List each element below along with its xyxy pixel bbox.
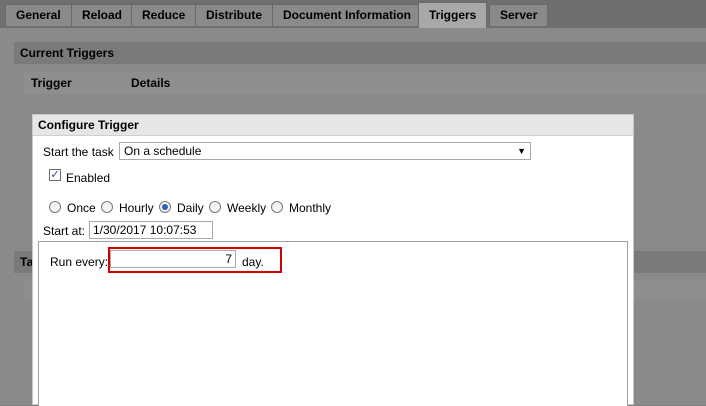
tab-server[interactable]: Server [489, 4, 549, 26]
radio-monthly-label: Monthly [289, 201, 332, 215]
column-trigger: Trigger [31, 76, 72, 90]
start-task-label: Start the task [43, 145, 114, 159]
tab-bar: General Reload Reduce Distribute Documen… [0, 0, 706, 28]
radio-hourly-label: Hourly [119, 201, 154, 215]
checkmark-icon: ✓ [50, 169, 60, 181]
radio-weekly-label: Weekly [227, 201, 267, 215]
tab-reduce[interactable]: Reduce [131, 4, 197, 26]
start-at-label: Start at: [43, 224, 86, 238]
tab-distribute[interactable]: Distribute [195, 4, 274, 26]
radio-weekly[interactable] [209, 201, 221, 213]
run-every-highlight-box [108, 247, 282, 273]
chevron-down-icon[interactable]: ▼ [517, 143, 526, 159]
radio-daily-label: Daily [177, 201, 204, 215]
configure-trigger-dialog: Configure Trigger Start the task On a sc… [32, 114, 634, 406]
enabled-label: Enabled [66, 171, 111, 185]
enabled-checkbox[interactable]: ✓ [49, 169, 61, 181]
current-triggers-header: Current Triggers [14, 42, 706, 64]
column-details: Details [131, 76, 171, 90]
radio-hourly[interactable] [101, 201, 113, 213]
radio-once[interactable] [49, 201, 61, 213]
background-column-header-right [628, 281, 706, 301]
dialog-title: Configure Trigger [33, 115, 633, 136]
triggers-column-header: Trigger Details [24, 72, 706, 94]
tab-triggers[interactable]: Triggers [418, 2, 488, 28]
start-at-input[interactable]: 1/30/2017 10:07:53 AM [89, 221, 213, 253]
radio-monthly[interactable] [271, 201, 283, 213]
tab-general[interactable]: General [5, 4, 72, 26]
tab-reload[interactable]: Reload [71, 4, 134, 26]
background-section-header-right [628, 251, 706, 273]
run-every-label: Run every: [50, 255, 109, 269]
schedule-details-panel: Run every: 7 day. [38, 241, 628, 406]
start-task-select[interactable]: On a schedule ▼ [119, 142, 531, 160]
radio-daily[interactable] [159, 201, 171, 213]
start-task-value: On a schedule [124, 144, 202, 158]
radio-once-label: Once [67, 201, 96, 215]
tab-document-information[interactable]: Document Information [272, 4, 422, 26]
background-section-header: Ta [14, 251, 34, 273]
